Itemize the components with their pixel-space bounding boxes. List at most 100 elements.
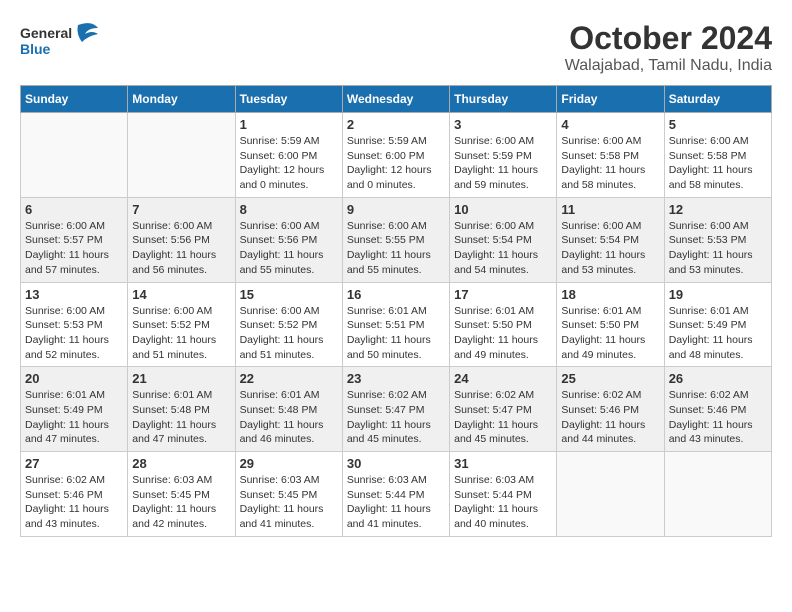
day-number: 7 (132, 202, 230, 217)
day-info: Sunrise: 5:59 AM Sunset: 6:00 PM Dayligh… (347, 134, 445, 193)
day-number: 15 (240, 287, 338, 302)
day-info: Sunrise: 6:01 AM Sunset: 5:49 PM Dayligh… (669, 304, 767, 363)
day-info: Sunrise: 6:00 AM Sunset: 5:56 PM Dayligh… (132, 219, 230, 278)
month-title: October 2024 (565, 20, 772, 57)
header-tuesday: Tuesday (235, 86, 342, 113)
day-number: 22 (240, 371, 338, 386)
day-info: Sunrise: 6:00 AM Sunset: 5:52 PM Dayligh… (132, 304, 230, 363)
day-number: 17 (454, 287, 552, 302)
day-number: 14 (132, 287, 230, 302)
day-number: 30 (347, 456, 445, 471)
day-info: Sunrise: 6:03 AM Sunset: 5:45 PM Dayligh… (240, 473, 338, 532)
day-number: 23 (347, 371, 445, 386)
day-info: Sunrise: 6:00 AM Sunset: 5:58 PM Dayligh… (669, 134, 767, 193)
calendar-day-cell (664, 452, 771, 537)
day-number: 20 (25, 371, 123, 386)
calendar-week-row: 27 Sunrise: 6:02 AM Sunset: 5:46 PM Dayli… (21, 452, 772, 537)
header-thursday: Thursday (450, 86, 557, 113)
day-number: 8 (240, 202, 338, 217)
calendar-day-cell: 11 Sunrise: 6:00 AM Sunset: 5:54 PM Dayli… (557, 197, 664, 282)
calendar-table: Sunday Monday Tuesday Wednesday Thursday… (20, 85, 772, 537)
day-number: 29 (240, 456, 338, 471)
day-info: Sunrise: 6:01 AM Sunset: 5:48 PM Dayligh… (132, 388, 230, 447)
logo-svg: General Blue (20, 20, 100, 65)
svg-text:Blue: Blue (20, 41, 51, 57)
day-number: 25 (561, 371, 659, 386)
calendar-day-cell: 2Sunrise: 5:59 AM Sunset: 6:00 PM Daylig… (342, 113, 449, 198)
logo: General Blue (20, 20, 100, 65)
day-number: 4 (561, 117, 659, 132)
day-info: Sunrise: 6:00 AM Sunset: 5:56 PM Dayligh… (240, 219, 338, 278)
day-number: 3 (454, 117, 552, 132)
day-number: 10 (454, 202, 552, 217)
day-info: Sunrise: 6:01 AM Sunset: 5:50 PM Dayligh… (561, 304, 659, 363)
calendar-day-cell: 27 Sunrise: 6:02 AM Sunset: 5:46 PM Dayli… (21, 452, 128, 537)
day-info: Sunrise: 6:01 AM Sunset: 5:48 PM Dayligh… (240, 388, 338, 447)
calendar-day-cell: 8 Sunrise: 6:00 AM Sunset: 5:56 PM Daylig… (235, 197, 342, 282)
day-info: Sunrise: 6:02 AM Sunset: 5:47 PM Dayligh… (454, 388, 552, 447)
calendar-day-cell: 28 Sunrise: 6:03 AM Sunset: 5:45 PM Dayli… (128, 452, 235, 537)
calendar-day-cell: 14 Sunrise: 6:00 AM Sunset: 5:52 PM Dayli… (128, 282, 235, 367)
calendar-week-row: 6Sunrise: 6:00 AM Sunset: 5:57 PM Daylig… (21, 197, 772, 282)
calendar-day-cell: 22 Sunrise: 6:01 AM Sunset: 5:48 PM Dayli… (235, 367, 342, 452)
day-number: 31 (454, 456, 552, 471)
day-number: 13 (25, 287, 123, 302)
header-saturday: Saturday (664, 86, 771, 113)
day-info: Sunrise: 6:03 AM Sunset: 5:44 PM Dayligh… (454, 473, 552, 532)
day-info: Sunrise: 6:01 AM Sunset: 5:50 PM Dayligh… (454, 304, 552, 363)
day-info: Sunrise: 6:02 AM Sunset: 5:46 PM Dayligh… (25, 473, 123, 532)
calendar-day-cell: 10Sunrise: 6:00 AM Sunset: 5:54 PM Dayli… (450, 197, 557, 282)
calendar-day-cell: 21Sunrise: 6:01 AM Sunset: 5:48 PM Dayli… (128, 367, 235, 452)
day-number: 1 (240, 117, 338, 132)
calendar-day-cell (557, 452, 664, 537)
location: Walajabad, Tamil Nadu, India (565, 57, 772, 75)
calendar-header-row: Sunday Monday Tuesday Wednesday Thursday… (21, 86, 772, 113)
day-info: Sunrise: 6:02 AM Sunset: 5:47 PM Dayligh… (347, 388, 445, 447)
day-info: Sunrise: 6:00 AM Sunset: 5:55 PM Dayligh… (347, 219, 445, 278)
day-number: 19 (669, 287, 767, 302)
calendar-day-cell (128, 113, 235, 198)
day-number: 26 (669, 371, 767, 386)
day-info: Sunrise: 6:03 AM Sunset: 5:44 PM Dayligh… (347, 473, 445, 532)
page-header: General Blue October 2024 Walajabad, Tam… (20, 20, 772, 75)
day-number: 5 (669, 117, 767, 132)
title-block: October 2024 Walajabad, Tamil Nadu, Indi… (565, 20, 772, 75)
day-info: Sunrise: 6:01 AM Sunset: 5:51 PM Dayligh… (347, 304, 445, 363)
calendar-day-cell: 12 Sunrise: 6:00 AM Sunset: 5:53 PM Dayli… (664, 197, 771, 282)
day-number: 16 (347, 287, 445, 302)
svg-text:General: General (20, 25, 72, 41)
day-info: Sunrise: 6:00 AM Sunset: 5:54 PM Dayligh… (561, 219, 659, 278)
calendar-day-cell: 31 Sunrise: 6:03 AM Sunset: 5:44 PM Dayli… (450, 452, 557, 537)
header-monday: Monday (128, 86, 235, 113)
day-info: Sunrise: 6:02 AM Sunset: 5:46 PM Dayligh… (669, 388, 767, 447)
calendar-day-cell: 5 Sunrise: 6:00 AM Sunset: 5:58 PM Daylig… (664, 113, 771, 198)
calendar-day-cell: 6Sunrise: 6:00 AM Sunset: 5:57 PM Daylig… (21, 197, 128, 282)
day-number: 12 (669, 202, 767, 217)
calendar-day-cell: 29 Sunrise: 6:03 AM Sunset: 5:45 PM Dayli… (235, 452, 342, 537)
calendar-week-row: 1 Sunrise: 5:59 AM Sunset: 6:00 PM Daylig… (21, 113, 772, 198)
day-number: 6 (25, 202, 123, 217)
day-number: 18 (561, 287, 659, 302)
day-info: Sunrise: 6:03 AM Sunset: 5:45 PM Dayligh… (132, 473, 230, 532)
day-number: 27 (25, 456, 123, 471)
header-wednesday: Wednesday (342, 86, 449, 113)
calendar-day-cell: 3 Sunrise: 6:00 AM Sunset: 5:59 PM Daylig… (450, 113, 557, 198)
calendar-day-cell: 19 Sunrise: 6:01 AM Sunset: 5:49 PM Dayli… (664, 282, 771, 367)
day-number: 28 (132, 456, 230, 471)
calendar-day-cell: 26 Sunrise: 6:02 AM Sunset: 5:46 PM Dayli… (664, 367, 771, 452)
day-info: Sunrise: 5:59 AM Sunset: 6:00 PM Dayligh… (240, 134, 338, 193)
day-number: 11 (561, 202, 659, 217)
calendar-day-cell: 23 Sunrise: 6:02 AM Sunset: 5:47 PM Dayli… (342, 367, 449, 452)
calendar-day-cell: 7 Sunrise: 6:00 AM Sunset: 5:56 PM Daylig… (128, 197, 235, 282)
day-info: Sunrise: 6:00 AM Sunset: 5:53 PM Dayligh… (669, 219, 767, 278)
day-info: Sunrise: 6:00 AM Sunset: 5:59 PM Dayligh… (454, 134, 552, 193)
header-friday: Friday (557, 86, 664, 113)
calendar-day-cell: 4Sunrise: 6:00 AM Sunset: 5:58 PM Daylig… (557, 113, 664, 198)
calendar-day-cell: 9Sunrise: 6:00 AM Sunset: 5:55 PM Daylig… (342, 197, 449, 282)
calendar-day-cell: 1 Sunrise: 5:59 AM Sunset: 6:00 PM Daylig… (235, 113, 342, 198)
header-sunday: Sunday (21, 86, 128, 113)
day-info: Sunrise: 6:02 AM Sunset: 5:46 PM Dayligh… (561, 388, 659, 447)
calendar-day-cell: 16 Sunrise: 6:01 AM Sunset: 5:51 PM Dayli… (342, 282, 449, 367)
calendar-week-row: 13Sunrise: 6:00 AM Sunset: 5:53 PM Dayli… (21, 282, 772, 367)
calendar-day-cell (21, 113, 128, 198)
